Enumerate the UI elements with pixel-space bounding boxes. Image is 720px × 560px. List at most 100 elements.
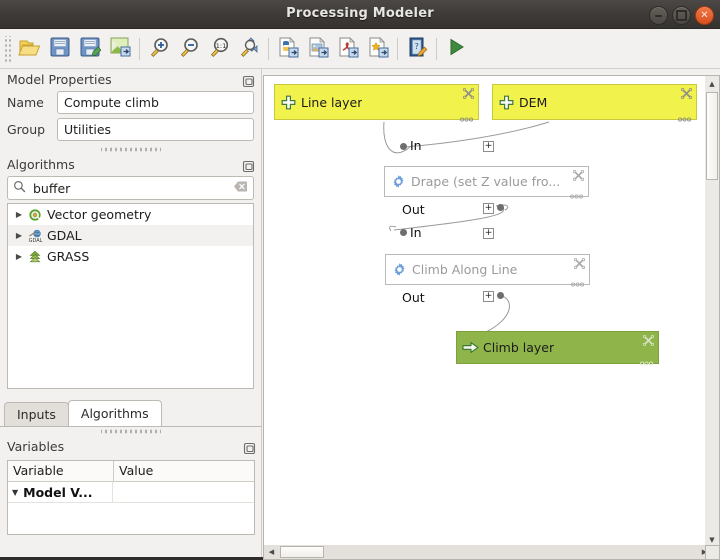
panel-splitter-lower[interactable] [101,427,161,436]
expand-params-climb-out[interactable]: + [483,291,494,302]
variable-name-cell[interactable]: ▼ Model V... [8,482,113,502]
expand-params-drape-out[interactable]: + [483,203,494,214]
port-dot-climb-in[interactable] [400,229,407,236]
node-menu-icon[interactable] [571,276,584,281]
node-menu-icon[interactable] [570,188,583,193]
expand-chevron-icon[interactable]: ▶ [12,231,26,240]
node-menu-icon[interactable] [640,355,653,360]
variable-value-cell[interactable] [113,482,254,502]
expand-params-climb-in[interactable]: + [483,228,494,239]
float-panel-icon-variables[interactable] [243,440,256,453]
port-label-drape-in: In [410,138,422,153]
toolbar-separator-1 [139,38,140,60]
variable-group-label: Model V... [23,483,92,502]
algorithm-search-box[interactable]: buffer [7,176,254,200]
float-panel-icon-algorithms[interactable] [242,158,255,171]
close-icon[interactable] [463,88,474,99]
algorithm-provider-row[interactable]: ▶ GDAL GDAL [8,225,253,246]
algorithms-label: Algorithms [7,157,75,172]
horizontal-scroll-thumb[interactable] [280,546,324,558]
close-icon[interactable] [681,88,692,99]
port-dot-drape-out[interactable] [497,204,504,211]
maximize-button[interactable] [672,6,691,25]
scrollbar-corner [705,545,720,560]
algorithm-provider-list[interactable]: ▶ Vector geometry ▶ [7,203,254,389]
model-canvas[interactable]: Line layer [263,75,713,548]
panel-splitter-upper[interactable] [101,145,161,154]
export-pdf-button[interactable] [333,33,363,65]
toolbar-separator-2 [268,38,269,60]
provider-label: GDAL [47,228,82,243]
algorithm-provider-row[interactable]: ▶ GRASS [8,246,253,267]
expand-chevron-icon[interactable]: ▶ [12,210,26,219]
close-button[interactable]: ✕ [695,6,714,25]
canvas-horizontal-scrollbar[interactable]: ◀ ▶ [263,545,713,560]
node-menu-icon[interactable] [678,111,691,116]
export-png-icon [307,36,330,62]
node-drape[interactable]: Drape (set Z value fro... [384,166,589,197]
minimize-button[interactable] [649,6,668,25]
run-model-button[interactable] [441,33,471,65]
column-header-variable: Variable [8,461,114,481]
close-icon[interactable] [643,335,654,346]
node-label: DEM [519,95,547,110]
svg-text:GDAL: GDAL [28,238,42,243]
run-play-icon [445,36,467,61]
provider-label: Vector geometry [47,207,151,222]
tab-inputs[interactable]: Inputs [4,402,69,426]
close-icon[interactable] [574,258,585,269]
qgis-icon [26,207,44,223]
open-model-button[interactable] [15,33,45,65]
node-climb-layer[interactable]: Climb layer [456,331,659,364]
node-line-layer[interactable]: Line layer [274,84,479,120]
model-group-label: Group [7,122,57,137]
scroll-up-arrow-icon[interactable]: ▲ [705,76,719,91]
model-canvas-surface[interactable]: Line layer [264,76,712,547]
save-model-button[interactable] [45,33,75,65]
svg-text:1:1: 1:1 [215,42,225,50]
search-icon [13,180,26,196]
variables-panel-title: Variables [0,436,262,458]
zoom-in-icon [148,36,171,62]
port-dot-drape-in[interactable] [400,143,407,150]
model-name-input[interactable]: Compute climb [57,91,254,114]
node-dem[interactable]: DEM [492,84,697,120]
expand-params-drape-in[interactable]: + [483,141,494,152]
toolbar-grip[interactable] [3,36,13,62]
clear-search-icon[interactable] [233,180,248,196]
canvas-vertical-scrollbar[interactable]: ▲ ▼ [705,75,720,548]
svg-text:?: ? [414,42,418,51]
close-icon[interactable] [573,170,584,181]
export-png-button[interactable] [303,33,333,65]
model-group-input[interactable]: Utilities [57,118,254,141]
collapse-chevron-icon[interactable]: ▼ [12,483,18,502]
export-pdf-icon [337,36,360,62]
node-menu-icon[interactable] [460,111,473,116]
port-dot-climb-out[interactable] [497,292,504,299]
search-input[interactable]: buffer [33,181,233,196]
dock-tabs: Inputs Algorithms [0,399,262,427]
table-row[interactable]: ▼ Model V... [8,482,254,503]
model-group-row: Group Utilities [0,118,261,141]
float-panel-icon-model-properties[interactable] [242,73,255,86]
input-parameter-icon [275,85,301,119]
scroll-left-arrow-icon[interactable]: ◀ [264,545,279,559]
title-bar: Processing Modeler ✕ [0,0,720,29]
zoom-actual-button[interactable]: 1:1 [204,33,234,65]
node-label: Drape (set Z value fro... [411,174,560,189]
edit-help-button[interactable]: ? [402,33,432,65]
zoom-out-button[interactable] [174,33,204,65]
export-python-button[interactable] [273,33,303,65]
window-buttons: ✕ [649,6,714,25]
expand-chevron-icon[interactable]: ▶ [12,252,26,261]
tab-algorithms[interactable]: Algorithms [68,400,162,426]
vertical-scroll-thumb[interactable] [706,92,718,180]
node-climb-along-line[interactable]: Climb Along Line [385,254,590,285]
zoom-full-button[interactable] [234,33,264,65]
export-svg-button[interactable] [363,33,393,65]
variables-table[interactable]: Variable Value ▼ Model V... [7,460,255,535]
zoom-in-button[interactable] [144,33,174,65]
save-model-as-button[interactable] [75,33,105,65]
algorithm-provider-row[interactable]: ▶ Vector geometry [8,204,253,225]
export-image-button[interactable] [105,33,135,65]
